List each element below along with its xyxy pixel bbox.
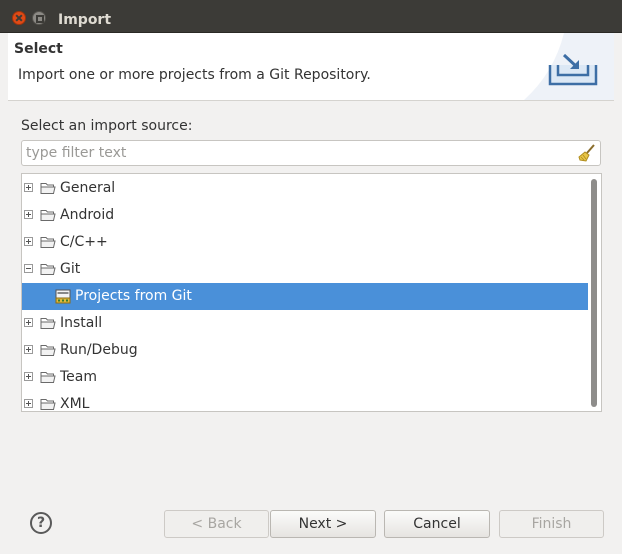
- collapse-icon[interactable]: [24, 264, 33, 273]
- expand-icon[interactable]: [24, 318, 33, 327]
- expand-icon[interactable]: [24, 183, 33, 192]
- import-source-tree[interactable]: General Android C/C++ Git Projects from …: [21, 173, 602, 412]
- tree-item-c-cpp[interactable]: C/C++: [22, 229, 588, 256]
- tree-item-team[interactable]: Team: [22, 364, 588, 391]
- folder-icon: [40, 318, 56, 329]
- expand-icon[interactable]: [24, 372, 33, 381]
- wizard-header: Select Import one or more projects from …: [8, 33, 614, 101]
- page-description: Import one or more projects from a Git R…: [18, 67, 371, 83]
- tree-item-label: Projects from Git: [75, 288, 192, 304]
- tree-item-general[interactable]: General: [22, 175, 588, 202]
- tree-item-label: XML: [60, 396, 90, 412]
- import-source-label: Select an import source:: [21, 118, 193, 134]
- close-window-icon[interactable]: [12, 11, 26, 25]
- folder-icon: [40, 372, 56, 383]
- help-button[interactable]: ?: [30, 512, 52, 534]
- folder-icon: [40, 345, 56, 356]
- tree-item-git[interactable]: Git: [22, 256, 588, 283]
- window-titlebar: Import: [0, 0, 622, 33]
- git-repository-icon: [55, 289, 71, 304]
- expand-icon[interactable]: [24, 345, 33, 354]
- tree-item-projects-from-git[interactable]: Projects from Git: [22, 283, 588, 310]
- folder-icon: [40, 210, 56, 221]
- page-title: Select: [14, 41, 63, 57]
- cancel-button[interactable]: Cancel: [384, 510, 490, 538]
- tree-item-run-debug[interactable]: Run/Debug: [22, 337, 588, 364]
- tree-item-label: Team: [60, 369, 98, 385]
- clear-filter-broom-icon[interactable]: [577, 143, 597, 163]
- finish-button[interactable]: Finish: [499, 510, 604, 538]
- import-wizard-icon: [548, 53, 598, 86]
- tree-item-label: Run/Debug: [60, 342, 138, 358]
- folder-icon: [40, 183, 56, 194]
- tree-item-label: Git: [60, 261, 81, 277]
- tree-item-label: Install: [60, 315, 103, 331]
- scrollbar-thumb[interactable]: [591, 179, 597, 407]
- tree-item-label: General: [60, 180, 116, 196]
- next-button[interactable]: Next >: [270, 510, 376, 538]
- expand-icon[interactable]: [24, 399, 33, 408]
- filter-input[interactable]: [26, 144, 566, 162]
- back-button[interactable]: < Back: [164, 510, 269, 538]
- expand-icon[interactable]: [24, 210, 33, 219]
- tree-item-label: Android: [60, 207, 115, 223]
- tree-scrollbar[interactable]: [588, 175, 600, 410]
- folder-icon: [40, 264, 56, 275]
- tree-item-xml[interactable]: XML: [22, 391, 588, 412]
- tree-item-label: C/C++: [60, 234, 108, 250]
- expand-icon[interactable]: [24, 237, 33, 246]
- filter-field: [21, 140, 601, 166]
- maximize-window-icon[interactable]: [32, 11, 46, 25]
- folder-icon: [40, 237, 56, 248]
- folder-icon: [40, 399, 56, 410]
- tree-item-android[interactable]: Android: [22, 202, 588, 229]
- tree-item-install[interactable]: Install: [22, 310, 588, 337]
- window-title: Import: [58, 12, 112, 28]
